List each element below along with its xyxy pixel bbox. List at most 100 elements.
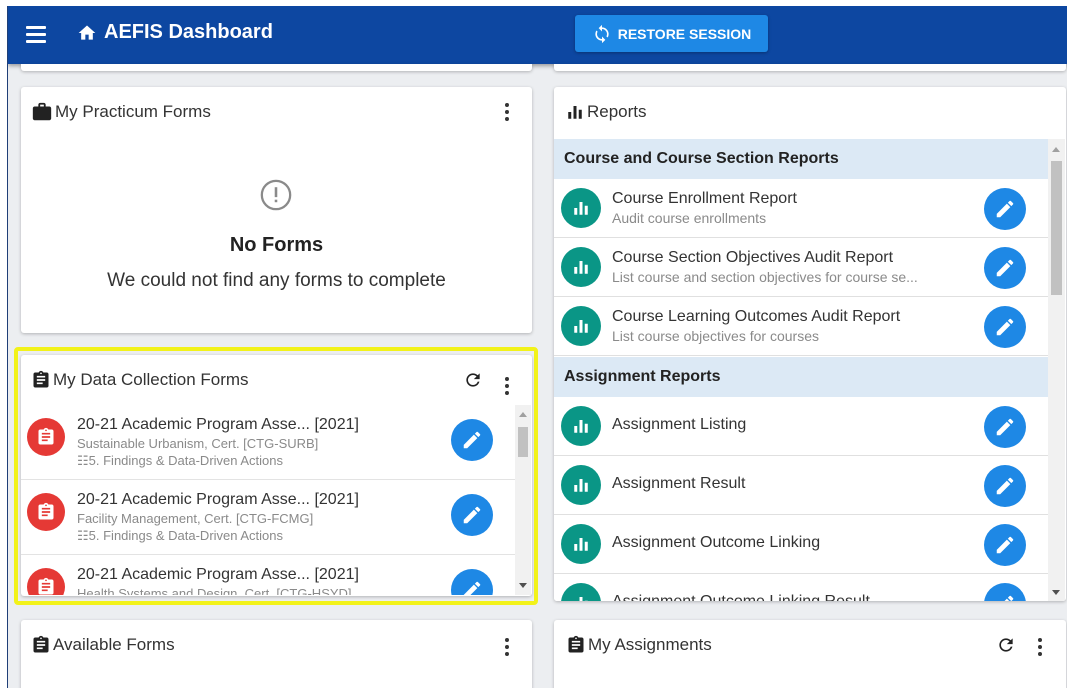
report-item[interactable]: Course Enrollment Report Audit course en… <box>554 179 1048 238</box>
report-title: Assignment Listing <box>612 416 747 433</box>
assignments-title: My Assignments <box>588 635 712 654</box>
more-vert-icon[interactable] <box>1030 635 1050 659</box>
app-title[interactable]: AEFIS Dashboard <box>104 21 273 44</box>
assignments-card: My Assignments <box>554 620 1066 688</box>
pencil-icon <box>996 418 1014 436</box>
assignments-header: My Assignments <box>554 620 1066 670</box>
list-item[interactable]: 20-21 Academic Program Asse... [2021] Fa… <box>21 480 515 555</box>
list-item[interactable]: 20-21 Academic Program Asse... [2021] He… <box>21 555 515 595</box>
edit-form-button[interactable] <box>451 419 493 461</box>
card-above-right <box>554 64 1066 71</box>
reports-header: Reports <box>554 87 1066 137</box>
report-title: Assignment Outcome Linking Result <box>612 593 870 601</box>
report-avatar <box>561 406 601 446</box>
scroll-thumb[interactable] <box>1051 161 1062 295</box>
pencil-icon <box>996 318 1014 336</box>
report-item[interactable]: Assignment Outcome Linking Result <box>554 574 1048 601</box>
dashboard: AEFIS Dashboard RESTORE SESSION My Pract… <box>8 6 1067 688</box>
clipboard-icon <box>38 577 54 595</box>
scroll-up-arrow[interactable] <box>519 412 527 417</box>
pencil-icon <box>463 506 481 524</box>
edit-report-button[interactable] <box>984 406 1026 448</box>
edit-report-button[interactable] <box>984 247 1026 289</box>
form-avatar <box>27 418 65 456</box>
edit-form-button[interactable] <box>451 569 493 595</box>
pencil-icon <box>996 200 1014 218</box>
clipboard-icon <box>38 427 54 445</box>
report-title: Assignment Result <box>612 475 746 492</box>
reports-card: Reports Course and Course Section Report… <box>554 87 1066 601</box>
available-forms-title: Available Forms <box>53 635 175 654</box>
section-header: Assignment Reports <box>554 357 1048 397</box>
practicum-forms-header: My Practicum Forms <box>21 87 532 137</box>
edit-report-button[interactable] <box>984 583 1026 601</box>
report-subtitle: List course and section objectives for c… <box>612 269 918 285</box>
data-collection-forms-title: My Data Collection Forms <box>53 370 249 389</box>
scroll-up-arrow[interactable] <box>1052 147 1060 152</box>
report-item[interactable]: Course Section Objectives Audit Report L… <box>554 238 1048 297</box>
edit-form-button[interactable] <box>451 494 493 536</box>
more-vert-icon[interactable] <box>497 374 517 398</box>
report-title: Course Section Objectives Audit Report <box>612 249 894 266</box>
bar-chart-icon <box>574 479 588 492</box>
menu-button[interactable] <box>26 26 48 44</box>
report-title: Assignment Outcome Linking <box>612 534 821 551</box>
reports-list: Course and Course Section Reports Course… <box>554 139 1048 601</box>
report-subtitle: List course objectives for courses <box>612 328 819 344</box>
practicum-forms-title: My Practicum Forms <box>55 102 211 121</box>
form-avatar <box>27 568 65 595</box>
report-avatar <box>561 247 601 287</box>
home-icon[interactable] <box>77 23 97 43</box>
form-program: Sustainable Urbanism, Cert. [CTG-SURB] <box>77 436 319 451</box>
bar-chart-icon <box>574 261 588 274</box>
clipboard-icon <box>38 502 54 520</box>
pencil-icon <box>996 477 1014 495</box>
scroll-thumb[interactable] <box>518 427 528 457</box>
no-forms-message: We could not find any forms to complete <box>107 270 446 291</box>
pencil-icon <box>996 259 1014 277</box>
clipboard-icon <box>568 635 584 653</box>
refresh-icon[interactable] <box>996 635 1016 655</box>
scroll-down-arrow[interactable] <box>519 583 527 588</box>
report-item[interactable]: Course Learning Outcomes Audit Report Li… <box>554 297 1048 356</box>
report-avatar <box>561 306 601 346</box>
more-vert-icon[interactable] <box>497 635 517 659</box>
edit-report-button[interactable] <box>984 306 1026 348</box>
report-avatar <box>561 583 601 601</box>
app-bar: AEFIS Dashboard RESTORE SESSION <box>8 6 1067 64</box>
report-item[interactable]: Assignment Outcome Linking <box>554 515 1048 574</box>
bar-chart-icon <box>574 538 588 551</box>
form-title: 20-21 Academic Program Asse... [2021] <box>77 416 359 433</box>
practicum-forms-card: My Practicum Forms No Forms We could not… <box>21 87 532 333</box>
no-forms-title: No Forms <box>229 234 324 256</box>
reports-scrollbar[interactable] <box>1048 139 1065 601</box>
edit-report-button[interactable] <box>984 465 1026 507</box>
clipboard-icon <box>33 635 49 653</box>
report-title: Course Enrollment Report <box>612 190 797 207</box>
report-avatar <box>561 524 601 564</box>
form-title: 20-21 Academic Program Asse... [2021] <box>77 491 359 508</box>
section-header: Course and Course Section Reports <box>554 139 1048 179</box>
card-above-left <box>21 64 532 71</box>
list-icon: ☷ <box>77 453 89 468</box>
report-title: Course Learning Outcomes Audit Report <box>612 308 901 325</box>
refresh-icon[interactable] <box>463 370 483 390</box>
data-collection-scrollbar[interactable] <box>515 405 531 595</box>
scroll-down-arrow[interactable] <box>1052 590 1060 595</box>
report-item[interactable]: Assignment Listing <box>554 397 1048 456</box>
sync-icon <box>595 24 609 43</box>
reports-title: Reports <box>587 102 647 121</box>
bar-chart-icon <box>568 106 582 119</box>
list-item[interactable]: 20-21 Academic Program Asse... [2021] Su… <box>21 405 515 480</box>
report-avatar <box>561 188 601 228</box>
restore-session-button[interactable]: RESTORE SESSION <box>575 15 768 52</box>
report-item[interactable]: Assignment Result <box>554 456 1048 515</box>
data-collection-forms-header: My Data Collection Forms <box>21 355 532 405</box>
data-collection-list: 20-21 Academic Program Asse... [2021] Su… <box>21 405 515 595</box>
form-stage: ☷5. Findings & Data-Driven Actions <box>77 528 284 543</box>
more-vert-icon[interactable] <box>497 100 517 124</box>
edit-report-button[interactable] <box>984 524 1026 566</box>
edit-report-button[interactable] <box>984 188 1026 230</box>
pencil-icon <box>996 536 1014 554</box>
bar-chart-icon <box>574 320 588 333</box>
